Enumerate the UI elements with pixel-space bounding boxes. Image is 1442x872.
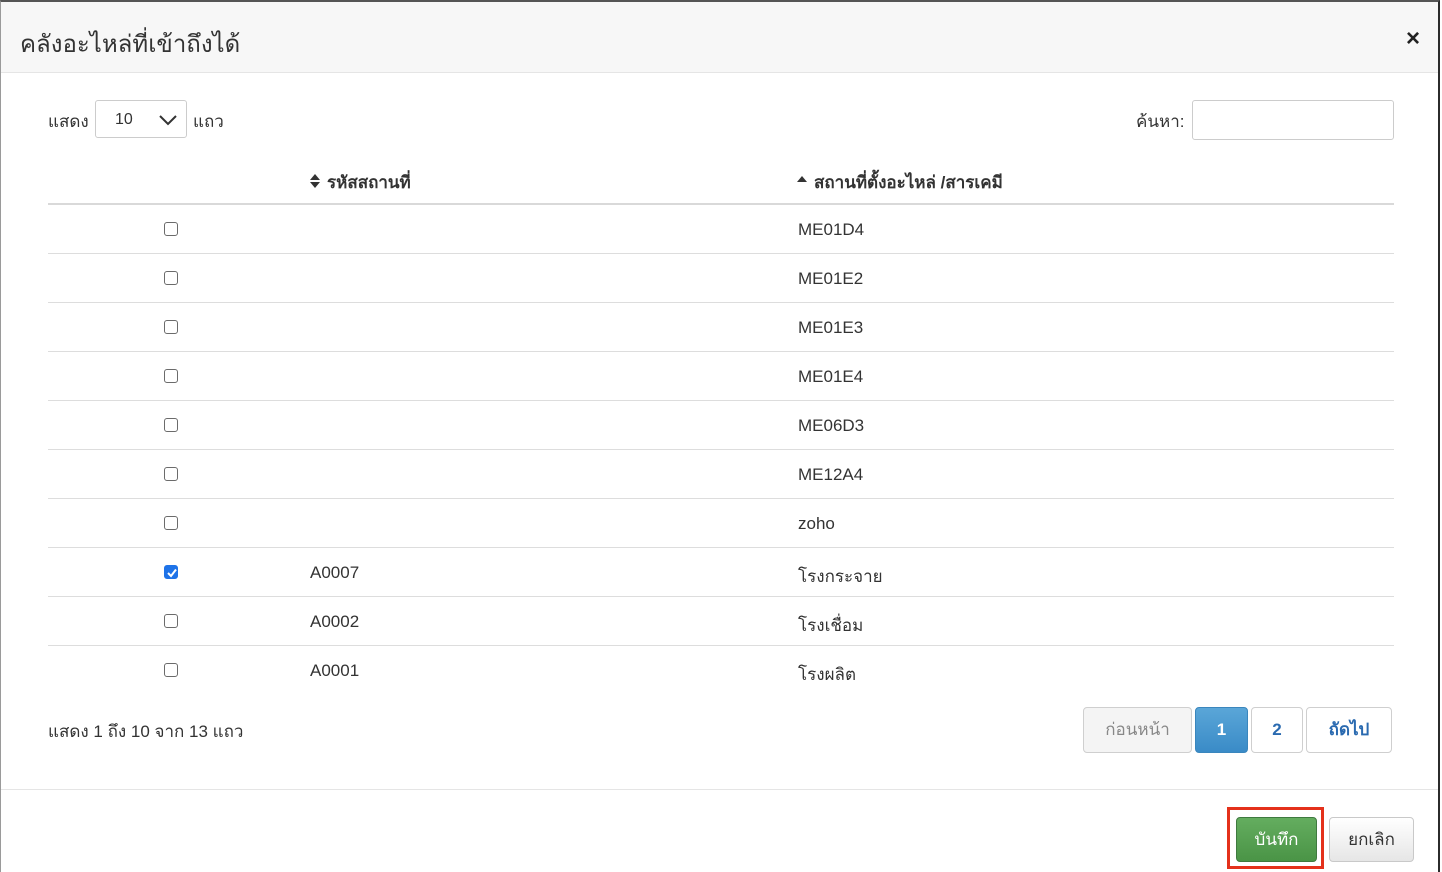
table-row: A0002 โรงเชื่อม: [48, 597, 1394, 646]
table-info: แสดง 1 ถึง 10 จาก 13 แถว: [48, 722, 244, 741]
cell-location-name: ME01E4: [798, 367, 864, 386]
column-header-code[interactable]: รหัสสถานที่: [310, 169, 411, 196]
modal-header: คลังอะไหล่ที่เข้าถึงได้ ×: [1, 2, 1438, 73]
cell-location-code: A0007: [310, 563, 360, 582]
row-checkbox[interactable]: [164, 222, 178, 236]
footer-divider: [1, 789, 1438, 790]
table-row: zoho: [48, 499, 1394, 548]
close-button[interactable]: ×: [1406, 26, 1420, 52]
row-checkbox[interactable]: [164, 467, 178, 481]
sort-ascending-icon: [797, 173, 807, 194]
cell-location-name: ME01D4: [798, 220, 865, 239]
pagination-page-2[interactable]: 2: [1251, 707, 1303, 753]
cancel-button[interactable]: ยกเลิก: [1329, 817, 1414, 862]
modal-title: คลังอะไหล่ที่เข้าถึงได้: [20, 31, 241, 58]
save-button[interactable]: บันทึก: [1236, 817, 1317, 862]
page-length-value: 10: [115, 111, 133, 128]
cell-location-name: โรงผลิต: [798, 665, 856, 684]
table-row: ME12A4: [48, 450, 1394, 499]
search-input[interactable]: [1192, 100, 1394, 140]
modal-dialog: คลังอะไหล่ที่เข้าถึงได้ × แสดง 10 แถว ค้…: [0, 0, 1440, 872]
length-suffix-label: แถว: [193, 112, 224, 131]
row-checkbox[interactable]: [164, 418, 178, 432]
column-header-location[interactable]: สถานที่ตั้งอะไหล่ /สารเคมี: [797, 169, 1003, 196]
chevron-down-icon: [159, 113, 177, 131]
table-row: A0001 โรงผลิต: [48, 646, 1394, 695]
row-checkbox[interactable]: [164, 369, 178, 383]
pagination-page-1[interactable]: 1: [1195, 707, 1248, 753]
row-checkbox[interactable]: [164, 516, 178, 530]
row-checkbox[interactable]: [164, 565, 178, 579]
table-row: A0007 โรงกระจาย: [48, 548, 1394, 597]
pagination-previous-button[interactable]: ก่อนหน้า: [1083, 707, 1192, 753]
cell-location-name: โรงเชื่อม: [798, 616, 864, 635]
table-row: ME06D3: [48, 401, 1394, 450]
column-header-code-label: รหัสสถานที่: [327, 173, 411, 192]
sort-both-icon: [310, 173, 320, 194]
cell-location-name: โรงกระจาย: [798, 567, 883, 586]
table-row: ME01E4: [48, 352, 1394, 401]
table-row: ME01E3: [48, 303, 1394, 352]
cell-location-code: A0001: [310, 661, 360, 680]
cell-location-name: zoho: [798, 514, 835, 533]
search-label: ค้นหา:: [1136, 112, 1185, 131]
pagination-next-button[interactable]: ถัดไป: [1306, 707, 1392, 753]
column-header-location-label: สถานที่ตั้งอะไหล่ /สารเคมี: [814, 173, 1003, 192]
row-checkbox[interactable]: [164, 614, 178, 628]
row-checkbox[interactable]: [164, 320, 178, 334]
row-checkbox[interactable]: [164, 663, 178, 677]
cell-location-name: ME06D3: [798, 416, 865, 435]
cell-location-name: ME01E2: [798, 269, 864, 288]
table-row: ME01E2: [48, 254, 1394, 303]
cell-location-name: ME12A4: [798, 465, 864, 484]
length-prefix-label: แสดง: [48, 112, 89, 131]
page-length-select[interactable]: 10: [95, 100, 187, 138]
cell-location-name: ME01E3: [798, 318, 864, 337]
row-checkbox[interactable]: [164, 271, 178, 285]
table-row: ME01D4: [48, 205, 1394, 254]
cell-location-code: A0002: [310, 612, 360, 631]
